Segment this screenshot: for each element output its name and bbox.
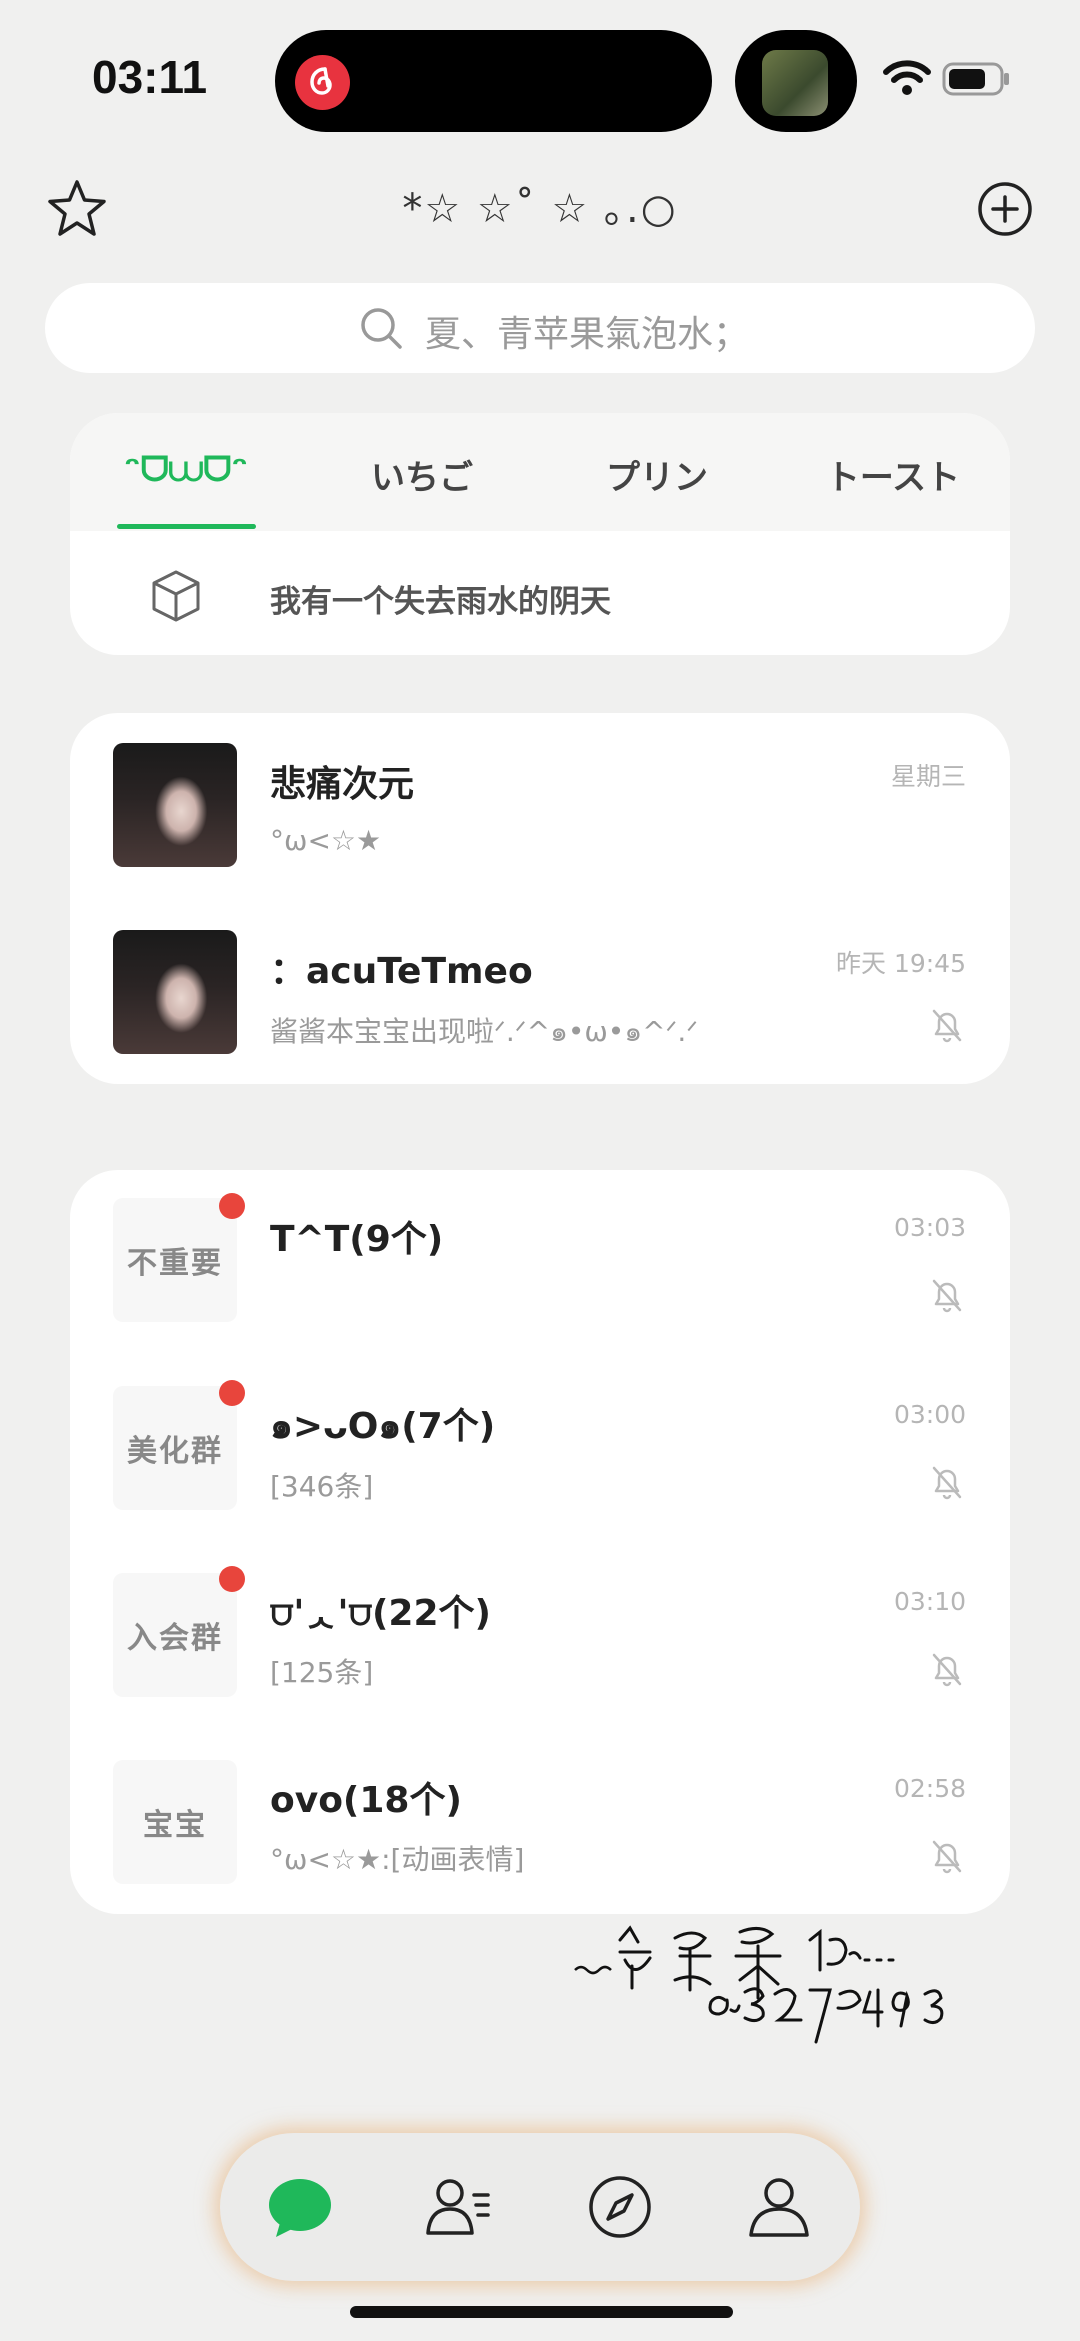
chat-time: 03:10: [893, 1587, 966, 1616]
chat-name[interactable]: ๑>ᴗO๑(7个): [270, 1397, 495, 1454]
star-icon[interactable]: [46, 178, 108, 240]
wifi-icon: [883, 60, 931, 95]
chat-name[interactable]: ovo(18个): [270, 1771, 462, 1823]
unread-dot: [219, 1380, 245, 1406]
chat-time: 03:03: [893, 1213, 966, 1242]
chat-preview: [346条]: [270, 1470, 374, 1503]
group-avatar[interactable]: 不重要: [113, 1198, 237, 1322]
chat-time: 昨天 19:45: [836, 949, 966, 978]
handwritten-signature: [574, 1925, 944, 2044]
active-tab-indicator: [117, 524, 256, 529]
chat-time: 02:58: [893, 1774, 966, 1803]
chat-name[interactable]: ⩌'ᆺ'⩌(22个): [270, 1584, 491, 1636]
page-title: *☆ ☆˚ ☆ ｡.○: [402, 186, 678, 232]
avatar[interactable]: [113, 743, 237, 867]
chat-preview: [125条]: [270, 1656, 374, 1689]
compass-icon[interactable]: [586, 2173, 654, 2241]
search-icon: [361, 308, 402, 349]
add-circle-icon[interactable]: [976, 180, 1034, 238]
tab-purin[interactable]: プリン: [557, 450, 757, 499]
tab-kaomoji[interactable]: ᵔᗜ⩊ᗜᵔ: [86, 450, 286, 490]
chat-time: 03:00: [893, 1400, 966, 1429]
group-avatar[interactable]: 美化群: [113, 1386, 237, 1510]
muted-bell-icon: [932, 1653, 962, 1687]
tab-ichigo[interactable]: いちご: [322, 450, 522, 499]
chat-time: 星期三: [890, 762, 966, 791]
chat-bubble-icon[interactable]: [266, 2173, 334, 2241]
group-avatar[interactable]: 宝宝: [113, 1760, 237, 1884]
muted-bell-icon: [932, 1840, 962, 1874]
status-time: 03:11: [92, 51, 208, 103]
muted-bell-icon: [932, 1279, 962, 1313]
battery-icon: [942, 62, 1009, 96]
chat-preview: °ω<☆★: [270, 824, 382, 857]
box-icon: [152, 570, 200, 622]
contacts-icon[interactable]: [424, 2173, 492, 2241]
chat-name[interactable]: T^T(9个): [270, 1210, 443, 1262]
chat-preview: 酱酱本宝宝出现啦ᐟ.ᐟ^๑•ω•๑^ᐟ.ᐟ: [270, 1015, 699, 1048]
album-art-thumbnail: [762, 50, 828, 116]
profile-icon[interactable]: [745, 2173, 813, 2241]
muted-bell-icon: [932, 1466, 962, 1500]
search-placeholder[interactable]: 夏、青苹果氣泡水；: [425, 305, 749, 357]
unread-dot: [219, 1566, 245, 1592]
group-avatar[interactable]: 入会群: [113, 1573, 237, 1697]
chat-name[interactable]: ：acuTeTmeo: [270, 942, 533, 994]
chat-name[interactable]: 悲痛次元: [270, 755, 414, 807]
chat-preview: °ω<☆★:[动画表情]: [270, 1843, 525, 1876]
avatar[interactable]: [113, 930, 237, 1054]
unread-dot: [219, 1193, 245, 1219]
home-indicator: [350, 2306, 733, 2318]
muted-bell-icon: [932, 1009, 962, 1043]
notice-text[interactable]: 我有一个失去雨水的阴天: [270, 576, 611, 621]
music-app-icon[interactable]: [295, 55, 350, 110]
tab-toast[interactable]: トースト: [793, 450, 993, 499]
